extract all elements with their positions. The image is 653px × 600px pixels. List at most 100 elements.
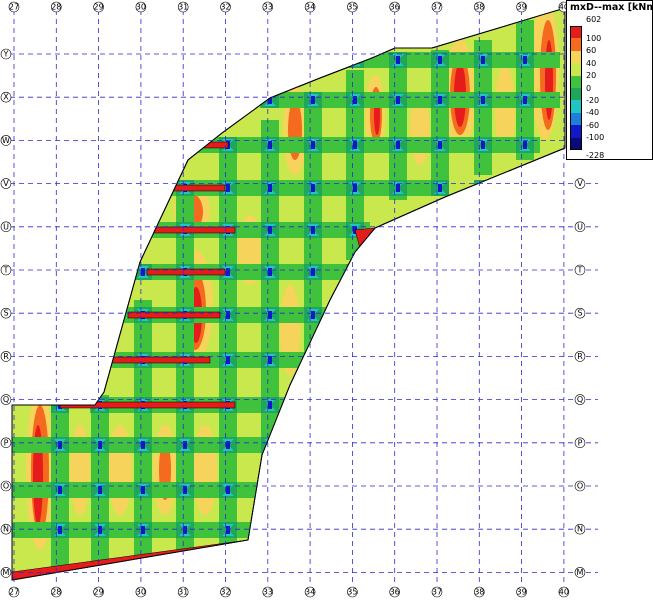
column-head-cap	[307, 399, 319, 411]
column-head	[431, 437, 449, 453]
column-head-cap	[54, 309, 66, 321]
column-head	[261, 482, 279, 498]
column-head-cap	[222, 54, 234, 66]
legend-band-label: -40	[586, 108, 600, 118]
slab-region	[11, 7, 566, 581]
column-head-cap	[94, 224, 106, 236]
column-head-cap	[54, 266, 66, 278]
column-core	[141, 526, 145, 534]
column-head-cap	[477, 309, 489, 321]
column-core	[438, 96, 442, 104]
column-core	[481, 184, 485, 192]
column-head-cap	[94, 354, 106, 366]
column-core	[58, 141, 62, 149]
column-head	[51, 137, 69, 153]
column-core	[268, 526, 272, 534]
legend-swatch	[570, 88, 582, 101]
grid-row-label-left: N	[3, 525, 9, 534]
column-head-cap	[54, 94, 66, 106]
grid-column-label-bottom: 40	[559, 588, 569, 597]
column-core	[226, 486, 230, 494]
column-head-cap	[434, 266, 446, 278]
column-head-cap	[349, 439, 361, 451]
column-core	[481, 526, 485, 534]
column-core	[353, 56, 357, 64]
column-head	[91, 52, 109, 68]
column-core	[523, 356, 527, 364]
column-core	[58, 311, 62, 319]
legend-title: mxD--max [kNm/m]	[570, 2, 653, 13]
column-core	[438, 226, 442, 234]
column-head-cap	[54, 224, 66, 236]
grid-row-label-left: Y	[3, 50, 9, 59]
legend-band-label: 0	[586, 83, 592, 93]
grid-column-label-top: 29	[94, 3, 104, 12]
column-head	[516, 307, 534, 323]
column-core	[353, 526, 357, 534]
grid-row-label-left: V	[3, 179, 9, 188]
column-head-cap	[434, 309, 446, 321]
legend-band-label: -20	[586, 96, 600, 105]
column-core	[523, 268, 527, 276]
legend-swatch	[570, 63, 582, 76]
column-core	[481, 356, 485, 364]
column-head	[389, 437, 407, 453]
column-head	[431, 264, 449, 280]
grid-row-label-right: S	[577, 309, 582, 318]
column-core	[396, 184, 400, 192]
column-core	[226, 526, 230, 534]
grid-row-label-left: Q	[3, 395, 9, 404]
grid-column-label-top: 28	[51, 3, 61, 12]
column-head	[91, 222, 109, 238]
column-core	[438, 526, 442, 534]
column-head-cap	[519, 524, 531, 536]
grid-column-label-bottom: 35	[347, 588, 357, 597]
grid-column-label-top: 33	[263, 3, 273, 12]
grid-row-label-right: N	[577, 525, 583, 534]
legend-swatch	[570, 125, 582, 138]
legend-band-label: -100	[586, 133, 605, 143]
column-head	[91, 92, 109, 108]
column-head	[516, 264, 534, 280]
column-core	[396, 526, 400, 534]
row-strip	[12, 522, 250, 538]
column-core	[523, 184, 527, 192]
column-core	[438, 441, 442, 449]
column-head-cap	[94, 54, 106, 66]
grid-column-label-bottom: 31	[178, 588, 188, 597]
column-head	[304, 437, 322, 453]
column-head	[51, 307, 69, 323]
column-head	[304, 52, 322, 68]
column-head-cap	[307, 524, 319, 536]
column-head	[134, 52, 152, 68]
moment-contour-diagram: 27 27 28 28 29 29 30 30 31 31 32 32 33 33 34 34 35 35 36 36…	[0, 1, 598, 598]
column-core	[183, 141, 187, 149]
column-core	[141, 141, 145, 149]
column-head-cap	[137, 139, 149, 151]
column-core	[523, 486, 527, 494]
column-core	[481, 401, 485, 409]
column-head	[516, 352, 534, 368]
column-core	[58, 486, 62, 494]
column-head	[389, 264, 407, 280]
grid-row-label-left: W	[2, 136, 10, 145]
column-core	[268, 268, 272, 276]
grid-column-label-top: 31	[178, 3, 188, 12]
grid-row-label-right: Q	[577, 395, 583, 404]
legend-swatch	[570, 38, 582, 51]
column-head-cap	[349, 354, 361, 366]
grid-column-label-bottom: 34	[305, 588, 315, 597]
beam-band	[151, 226, 236, 234]
column-core	[438, 356, 442, 364]
column-head-cap	[519, 309, 531, 321]
column-core	[523, 441, 527, 449]
column-head-cap	[94, 139, 106, 151]
column-core	[268, 184, 272, 192]
column-head	[134, 92, 152, 108]
grid-column-label-bottom: 36	[390, 588, 400, 597]
column-core	[58, 56, 62, 64]
column-core	[438, 486, 442, 494]
column-head	[474, 482, 492, 498]
column-core	[481, 268, 485, 276]
column-core	[311, 441, 315, 449]
